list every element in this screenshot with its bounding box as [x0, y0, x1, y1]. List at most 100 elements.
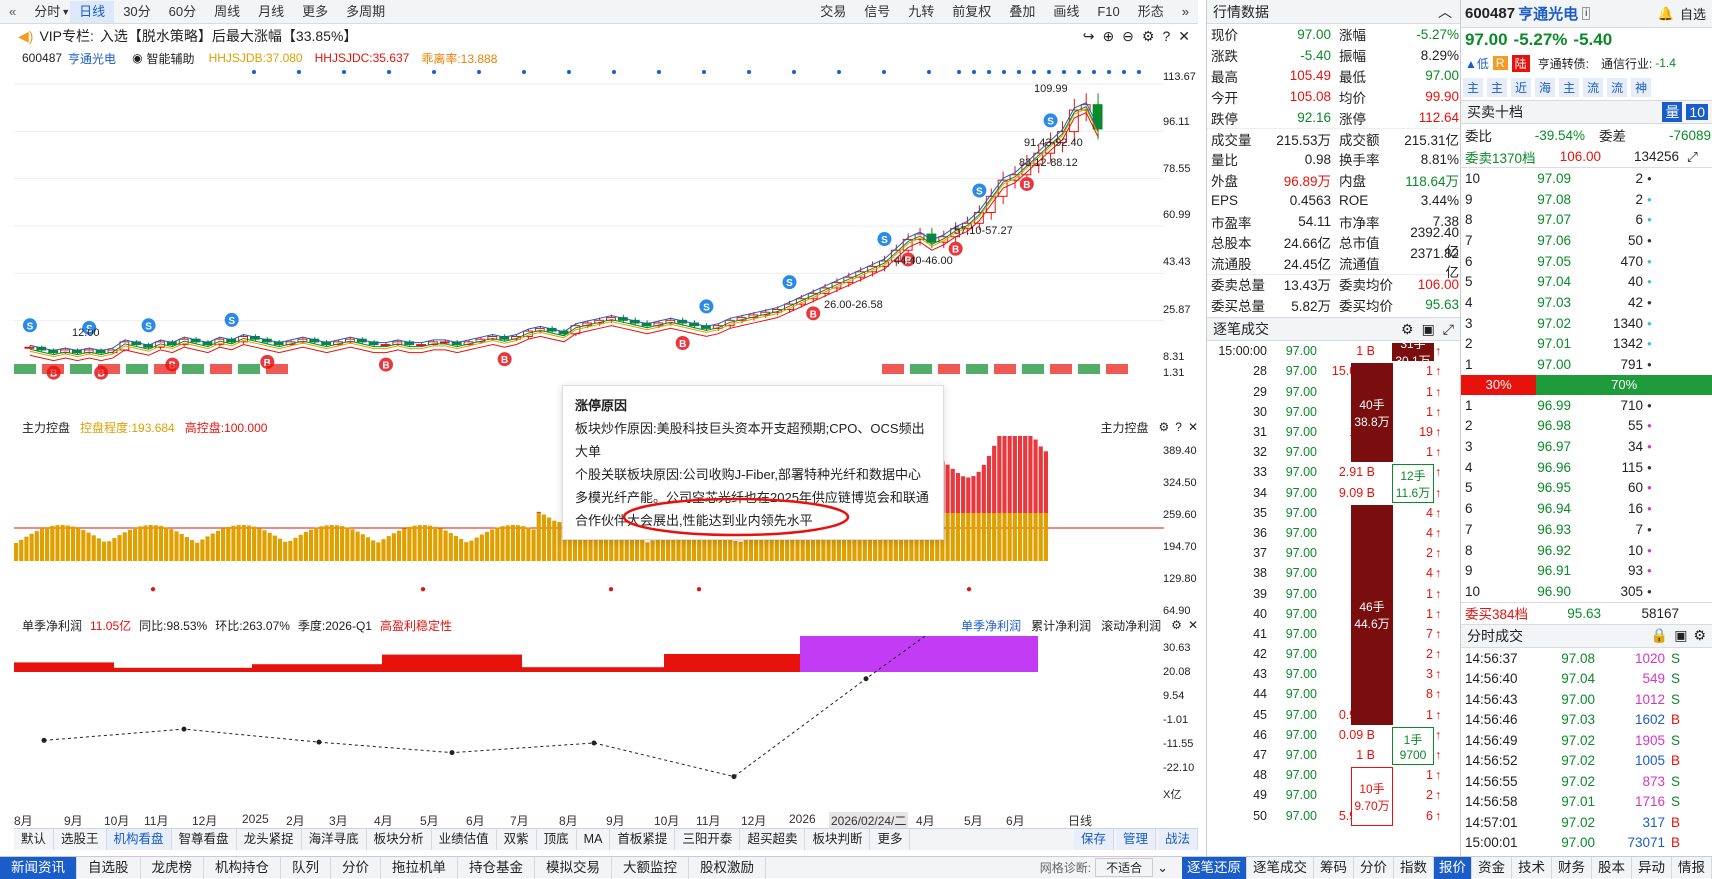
- ctrl-close-icon[interactable]: ✕: [1188, 420, 1198, 434]
- bottom-tab[interactable]: 拖拉机单: [381, 857, 458, 879]
- period-tab-30m[interactable]: 30分: [114, 1, 159, 23]
- indicator-tab[interactable]: 三阳开泰: [675, 829, 740, 850]
- bottom-right-tab[interactable]: 分价: [1354, 857, 1394, 879]
- bell-icon[interactable]: 🔔: [1658, 6, 1674, 22]
- bottom-right-tab[interactable]: 股本: [1592, 857, 1632, 879]
- bottom-right-tab[interactable]: 资金: [1472, 857, 1512, 879]
- panel-action-button[interactable]: 保存: [1074, 829, 1114, 850]
- close-icon[interactable]: ✕: [1178, 28, 1190, 45]
- collapse-icon[interactable]: «: [0, 1, 25, 23]
- expand-icon[interactable]: »: [1173, 1, 1198, 23]
- chevron-down-icon[interactable]: ▼: [61, 1, 70, 23]
- tab-ttm-profit[interactable]: 滚动净利润: [1101, 617, 1161, 634]
- profit-pin-icon[interactable]: ●: [420, 584, 426, 595]
- period-tab-60m[interactable]: 60分: [160, 1, 205, 23]
- panel-action-button[interactable]: 管理: [1116, 829, 1156, 850]
- quick-button[interactable]: 主: [1559, 78, 1579, 97]
- assist-label[interactable]: 智能辅助: [147, 50, 195, 67]
- bottom-tab[interactable]: 龙虎榜: [141, 857, 205, 879]
- convertible-bond[interactable]: 亨通转债:: [1538, 55, 1589, 72]
- fs-toggle-icon[interactable]: ▣: [1674, 627, 1687, 644]
- zoom-in-icon[interactable]: ⊕: [1102, 28, 1114, 45]
- profit-pin-icon[interactable]: ●: [696, 584, 702, 595]
- tool-fuquan[interactable]: 前复权: [943, 1, 1000, 23]
- profit-settings-icon[interactable]: ⚙: [1171, 618, 1182, 632]
- fs-lock-icon[interactable]: 🔒: [1651, 627, 1668, 644]
- tool-overlay[interactable]: 叠加: [1000, 1, 1044, 23]
- indicator-tab[interactable]: 机构看盘: [107, 829, 172, 850]
- indicator-tab[interactable]: 更多: [870, 829, 910, 850]
- stock-name[interactable]: 亨通光电: [68, 50, 116, 67]
- profit-close-icon[interactable]: ✕: [1188, 618, 1198, 632]
- bottom-right-tab[interactable]: 指数: [1394, 857, 1434, 879]
- vip-text[interactable]: 入选【脱水策略】后最大涨幅【33.85%】: [100, 26, 357, 46]
- stock-name-title[interactable]: 亨通光电: [1518, 3, 1578, 24]
- tag-r[interactable]: R: [1493, 56, 1508, 70]
- tag-lu[interactable]: 陆: [1512, 55, 1530, 72]
- info-icon[interactable]: i: [1582, 7, 1590, 20]
- profit-pin-icon[interactable]: ●: [608, 584, 614, 595]
- tool-draw[interactable]: 画线: [1044, 1, 1088, 23]
- quick-button[interactable]: 流: [1583, 78, 1603, 97]
- tool-signal[interactable]: 信号: [855, 1, 899, 23]
- bottom-tab[interactable]: 新闻资讯: [0, 857, 77, 879]
- period-tab-daily[interactable]: 日线: [70, 1, 114, 23]
- profit-chart[interactable]: [14, 636, 1164, 810]
- indicator-tab[interactable]: 板块分析: [367, 829, 432, 850]
- profit-pin-icon[interactable]: ●: [150, 584, 156, 595]
- tool-trade[interactable]: 交易: [811, 1, 855, 23]
- bottom-tab[interactable]: 大额监控: [612, 857, 689, 879]
- tool-jiuzhuan[interactable]: 九转: [899, 1, 943, 23]
- quick-button[interactable]: 近: [1511, 78, 1531, 97]
- indicator-tab[interactable]: 超买超卖: [740, 829, 805, 850]
- chevron-down-icon[interactable]: ⌄: [1157, 860, 1168, 876]
- indicator-tab[interactable]: MA: [577, 829, 611, 850]
- indicator-tab[interactable]: 选股王: [54, 829, 107, 850]
- bottom-right-tab[interactable]: 技术: [1512, 857, 1552, 879]
- quick-button[interactable]: 主: [1463, 78, 1483, 97]
- book-toggle-icon[interactable]: 量: [1662, 102, 1682, 122]
- bottom-right-tab[interactable]: 异动: [1632, 857, 1672, 879]
- bottom-tab[interactable]: 自选股: [77, 857, 141, 879]
- indicator-tab[interactable]: 海洋寻底: [302, 829, 367, 850]
- bottom-right-tab[interactable]: 逐笔还原: [1182, 857, 1247, 879]
- period-tab-more[interactable]: 更多: [293, 1, 337, 23]
- bottom-right-tab[interactable]: 报价: [1434, 857, 1472, 879]
- quick-button[interactable]: 流: [1607, 78, 1627, 97]
- bottom-tab[interactable]: 分价: [331, 857, 381, 879]
- profit-pin-icon[interactable]: ●: [966, 584, 972, 595]
- period-tab-weekly[interactable]: 周线: [205, 1, 249, 23]
- share-icon[interactable]: ↪: [1083, 28, 1095, 45]
- ticks-expand-icon[interactable]: ⤢: [1443, 321, 1454, 338]
- indicator-tab[interactable]: 业绩估值: [432, 829, 497, 850]
- collapse-up-icon[interactable]: ︿: [1438, 2, 1452, 22]
- quick-button[interactable]: 神: [1631, 78, 1651, 97]
- bottom-right-tab[interactable]: 逐笔成交: [1247, 857, 1314, 879]
- expand-icon-book[interactable]: ⤢: [1687, 149, 1698, 165]
- book-levels-icon[interactable]: 10: [1686, 104, 1708, 120]
- profit-tag[interactable]: 高盈利稳定性: [380, 617, 452, 634]
- bottom-tab[interactable]: 模拟交易: [535, 857, 612, 879]
- indicator-tab[interactable]: 默认: [14, 829, 54, 850]
- tool-pattern[interactable]: 形态: [1129, 1, 1173, 23]
- panel-action-button[interactable]: 战法: [1158, 829, 1198, 850]
- bottom-right-tab[interactable]: 筹码: [1314, 857, 1354, 879]
- indicator-tab[interactable]: 双紫: [497, 829, 537, 850]
- help-icon[interactable]: ?: [1162, 28, 1170, 44]
- tab-cum-profit[interactable]: 累计净利润: [1031, 617, 1091, 634]
- fs-settings-icon[interactable]: ⚙: [1693, 627, 1706, 644]
- settings-icon[interactable]: ⚙: [1142, 28, 1155, 45]
- indicator-tab[interactable]: 龙头紧捉: [237, 829, 302, 850]
- self-select-button[interactable]: 自选: [1680, 4, 1706, 23]
- zoom-out-icon[interactable]: ⊖: [1122, 28, 1134, 45]
- indicator-tab[interactable]: 顶底: [537, 829, 577, 850]
- bottom-right-tab[interactable]: 情报: [1672, 857, 1712, 879]
- indicator-tab[interactable]: 首板紧提: [610, 829, 675, 850]
- industry[interactable]: 通信行业:: [1601, 55, 1652, 72]
- ctrl-settings-icon[interactable]: ⚙: [1158, 420, 1169, 434]
- bottom-tab[interactable]: 队列: [281, 857, 331, 879]
- grid-diag-value[interactable]: 不适合: [1095, 858, 1153, 877]
- kline-chart[interactable]: SSSSSSSSSBBBBBBBBBBB109.9991.43-92.4083.…: [14, 68, 1164, 416]
- quick-button[interactable]: 主: [1487, 78, 1507, 97]
- bottom-tab[interactable]: 持仓基金: [458, 857, 535, 879]
